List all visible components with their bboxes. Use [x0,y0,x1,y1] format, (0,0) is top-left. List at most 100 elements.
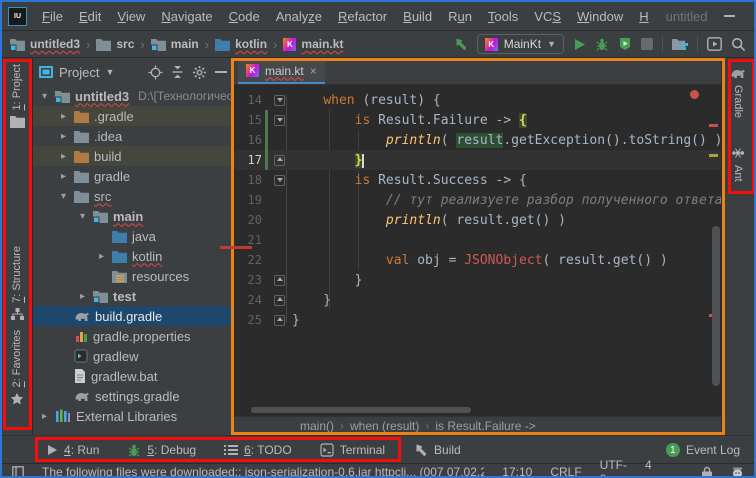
line-number[interactable]: 22 [234,253,262,267]
tree-item-external-libraries[interactable]: ▸External Libraries [33,406,233,426]
tab-main-kt[interactable]: K main.kt × [238,59,325,84]
run-with-coverage-icon[interactable] [618,37,632,51]
search-everywhere-icon[interactable] [731,37,746,52]
nav-crumb-main-kt[interactable]: Kmain.kt [283,37,343,51]
tree-item-resources[interactable]: resources [33,266,233,286]
caret-position[interactable]: 17:10 [502,465,532,478]
line-number[interactable]: 19 [234,193,262,207]
fold-close-icon[interactable] [274,155,285,166]
toolbar-4-run[interactable]: 4: Run [46,443,99,457]
fold-gutter[interactable] [273,314,286,327]
tree-item-gradlew[interactable]: gradlew [33,346,233,366]
tree-item-kotlin[interactable]: ▸kotlin [33,246,233,266]
warning-stripe-mark[interactable] [709,154,718,157]
code-breadcrumb-1[interactable]: when (result) [350,419,419,433]
toolbar-6-todo[interactable]: 6: TODO [224,443,292,457]
debug-bug-icon[interactable] [595,37,609,51]
tool-stripe-1-project[interactable]: 1: Project [2,64,32,128]
tree-open-arrow-icon[interactable]: ▾ [58,191,69,202]
collapse-all-icon[interactable] [171,65,184,79]
fold-open-icon[interactable] [274,95,285,106]
code-breadcrumb-2[interactable]: is Result.Failure -> [435,419,535,433]
tool-stripe-ant[interactable]: Ant [722,146,754,182]
menu-edit[interactable]: Edit [72,7,108,26]
fold-gutter[interactable] [273,294,286,307]
tree-item-test[interactable]: ▸test [33,286,233,306]
tree-item-gradle[interactable]: ▸.gradle [33,106,233,126]
fold-gutter[interactable] [273,274,286,287]
fold-gutter[interactable] [273,94,286,107]
line-number[interactable]: 14 [234,93,262,107]
build-hammer-icon[interactable] [453,37,468,52]
line-number[interactable]: 17 [234,153,262,167]
code-line-25[interactable]: 25} [234,310,721,330]
fold-open-icon[interactable] [274,175,285,186]
tree-item-src[interactable]: ▾src [33,186,233,206]
line-number[interactable]: 23 [234,273,262,287]
code-line-17[interactable]: 17 } [234,150,721,170]
fold-gutter[interactable] [273,114,286,127]
tree-closed-arrow-icon[interactable]: ▸ [58,171,69,182]
fold-close-icon[interactable] [274,275,285,286]
tree-item-java[interactable]: java [33,226,233,246]
code-line-14[interactable]: 14 when (result) { [234,90,721,110]
toolbar-terminal[interactable]: Terminal [320,443,385,457]
nav-crumb-main[interactable]: main [151,37,199,51]
line-number[interactable]: 16 [234,133,262,147]
code-line-20[interactable]: 20 println( result.get() ) [234,210,721,230]
fold-gutter[interactable] [273,134,286,147]
tool-stripe-2-favorites[interactable]: 2: Favorites [2,330,32,406]
menu-code[interactable]: Code [222,7,267,26]
tree-closed-arrow-icon[interactable]: ▸ [77,291,88,302]
fold-gutter[interactable] [273,254,286,267]
line-number[interactable]: 15 [234,113,262,127]
nav-crumb-kotlin[interactable]: kotlin [215,37,267,51]
tree-closed-arrow-icon[interactable]: ▸ [96,251,107,262]
tree-item-main[interactable]: ▾main [33,206,233,226]
code-line-16[interactable]: 16 println( result.getException().toStri… [234,130,721,150]
error-stripe-mark[interactable] [709,124,718,127]
maximize-button[interactable] [752,2,756,30]
code-area[interactable]: 14 when (result) {15 is Result.Failure -… [234,85,721,417]
lock-icon[interactable] [701,466,713,478]
tree-item-settings-gradle[interactable]: settings.gradle [33,386,233,406]
project-panel-title[interactable]: Project [59,65,99,80]
line-number[interactable]: 18 [234,173,262,187]
code-line-23[interactable]: 23 } [234,270,721,290]
file-encoding[interactable]: UTF-8 [600,458,627,478]
tree-open-arrow-icon[interactable]: ▾ [77,211,88,222]
nav-crumb-untitled3[interactable]: untitled3 [10,37,80,51]
tree-closed-arrow-icon[interactable]: ▸ [58,131,69,142]
hector-inspector-icon[interactable] [731,466,744,478]
menu-view[interactable]: View [110,7,152,26]
menu-window[interactable]: Window [570,7,630,26]
toolbar-build[interactable]: Build [413,443,461,458]
menu-tools[interactable]: Tools [481,7,525,26]
tree-item-idea[interactable]: ▸.idea [33,126,233,146]
project-folders-icon[interactable] [672,38,688,51]
error-indicator-icon[interactable] [690,90,699,99]
fold-close-icon[interactable] [274,315,285,326]
run-configuration-select[interactable]: K MainKt ▼ [477,34,564,54]
tree-item-gradle-properties[interactable]: gradle.properties [33,326,233,346]
line-number[interactable]: 21 [234,233,262,247]
indent-setting[interactable]: 4 spaces [645,458,683,478]
menu-vcs[interactable]: VCS [527,7,568,26]
tool-window-toggle-icon[interactable] [12,466,24,478]
fold-gutter[interactable] [273,234,286,247]
minimize-button[interactable] [708,2,752,30]
tool-stripe-7-structure[interactable]: 7: Structure [2,246,32,321]
tree-open-arrow-icon[interactable]: ▾ [39,91,50,102]
fold-open-icon[interactable] [274,115,285,126]
line-separator[interactable]: CRLF [550,465,581,478]
code-line-21[interactable]: 21 [234,230,721,250]
tool-stripe-gradle[interactable]: Gradle [722,66,754,118]
tree-item-gradle[interactable]: ▸gradle [33,166,233,186]
fold-gutter[interactable] [273,154,286,167]
menu-run[interactable]: Run [441,7,479,26]
code-breadcrumb-0[interactable]: main() [300,419,334,433]
run-anything-icon[interactable] [707,37,722,51]
menu-analyze[interactable]: Analyze [269,7,329,26]
tree-item-build-gradle[interactable]: build.gradle [33,306,233,326]
tree-item-untitled3[interactable]: ▾untitled3D:\[Технологический [33,86,233,106]
